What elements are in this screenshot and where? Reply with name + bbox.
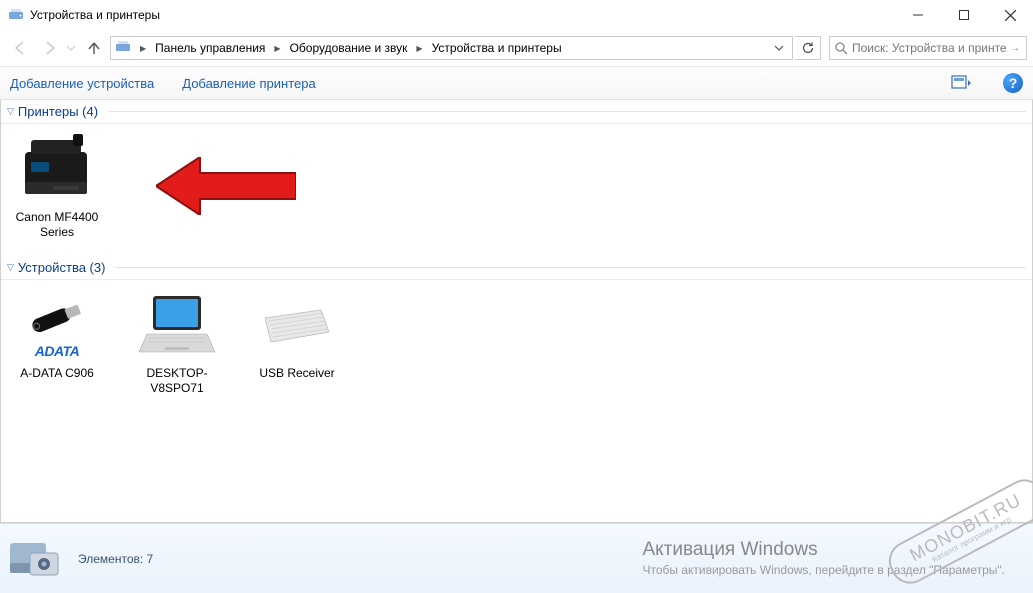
collapse-icon: ▽ (7, 106, 14, 117)
command-bar: Добавление устройства Добавление принтер… (0, 66, 1033, 100)
group-title: Устройства (3) (18, 260, 106, 275)
device-label: A-DATA C906 (9, 366, 105, 381)
group-title: Принтеры (4) (18, 104, 98, 119)
search-box[interactable]: → (829, 36, 1027, 60)
details-pane: Элементов: 7 (0, 523, 1033, 593)
group-body-devices: ADATA A-DATA C906 DESKTOP-V8SPO71 (1, 280, 1032, 412)
back-button[interactable] (6, 34, 34, 62)
window-icon (8, 7, 24, 23)
device-item-receiver[interactable]: USB Receiver (249, 290, 345, 381)
chevron-right-icon[interactable]: ▶ (411, 37, 427, 59)
device-label: Canon MF4400 Series (9, 210, 105, 240)
chevron-right-icon[interactable]: ▶ (135, 37, 151, 59)
add-printer-button[interactable]: Добавление принтера (182, 76, 315, 91)
address-dropdown[interactable] (768, 37, 790, 59)
view-options-button[interactable] (949, 72, 975, 94)
window-title: Устройства и принтеры (30, 8, 895, 22)
history-dropdown[interactable] (66, 43, 78, 53)
close-button[interactable] (987, 0, 1033, 30)
title-bar: Устройства и принтеры (0, 0, 1033, 30)
forward-button[interactable] (36, 34, 64, 62)
up-button[interactable] (80, 34, 108, 62)
maximize-button[interactable] (941, 0, 987, 30)
group-header-printers[interactable]: ▽ Принтеры (4) (1, 100, 1032, 124)
navigation-row: ▶ Панель управления ▶ Оборудование и зву… (0, 30, 1033, 66)
help-button[interactable]: ? (1003, 73, 1023, 93)
adata-logo: ADATA (35, 343, 79, 359)
device-label: USB Receiver (249, 366, 345, 381)
device-item-desktop[interactable]: DESKTOP-V8SPO71 (129, 290, 225, 396)
group-body-printers: Canon MF4400 Series (1, 124, 1032, 256)
address-bar[interactable]: ▶ Панель управления ▶ Оборудование и зву… (110, 36, 793, 60)
usb-drive-icon: ADATA (17, 290, 97, 362)
refresh-button[interactable] (795, 36, 821, 60)
keyboard-icon (257, 290, 337, 362)
breadcrumb-root[interactable]: Панель управления (151, 37, 269, 59)
annotation-arrow (156, 157, 296, 215)
search-icon (834, 41, 848, 55)
search-go-icon[interactable]: → (1008, 43, 1022, 54)
content-pane: ▽ Принтеры (4) Canon MF4400 Series (0, 100, 1033, 523)
breadcrumb-mid[interactable]: Оборудование и звук (286, 37, 412, 59)
search-input[interactable] (852, 41, 1008, 55)
laptop-icon (137, 290, 217, 362)
device-item-printer[interactable]: Canon MF4400 Series (9, 134, 105, 240)
collapse-icon: ▽ (7, 262, 14, 273)
minimize-button[interactable] (895, 0, 941, 30)
category-icon (6, 533, 64, 585)
printer-icon (17, 134, 97, 206)
chevron-right-icon[interactable]: ▶ (269, 37, 285, 59)
add-device-button[interactable]: Добавление устройства (10, 76, 154, 91)
status-text: Элементов: 7 (78, 552, 153, 566)
device-item-usb[interactable]: ADATA A-DATA C906 (9, 290, 105, 381)
location-icon (115, 39, 133, 57)
device-label: DESKTOP-V8SPO71 (129, 366, 225, 396)
group-header-devices[interactable]: ▽ Устройства (3) (1, 256, 1032, 280)
window-controls (895, 0, 1033, 30)
breadcrumb-leaf[interactable]: Устройства и принтеры (428, 37, 566, 59)
